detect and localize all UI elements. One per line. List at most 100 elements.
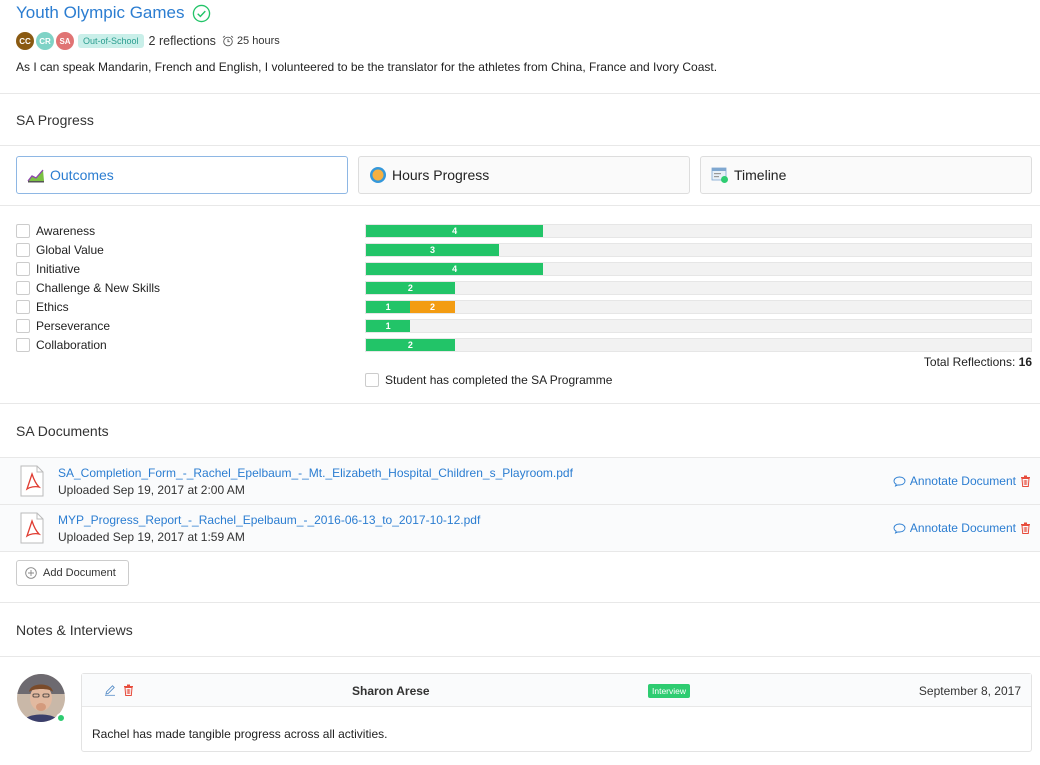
add-document-label: Add Document: [43, 567, 116, 579]
notes-heading-bar: Notes & Interviews: [0, 603, 1040, 657]
annotate-label: Annotate Document: [909, 474, 1016, 488]
plus-circle-icon: [25, 567, 37, 579]
sa-progress-heading: SA Progress: [0, 94, 1040, 146]
outcome-bar-segment: 1: [366, 320, 411, 332]
outcome-row[interactable]: Initiative: [16, 261, 80, 277]
outcome-bar-segment: 1: [366, 301, 411, 313]
outcome-checkbox[interactable]: [16, 300, 30, 314]
progress-tabs-area: Outcomes Hours Progress Timeline: [0, 146, 1040, 206]
outcome-bar-segment: 2: [366, 339, 455, 351]
pdf-file-icon: [20, 465, 44, 497]
document-row: SA_Completion_Form_-_Rachel_Epelbaum_-_M…: [0, 458, 1040, 505]
note-author: Sharon Arese: [352, 684, 430, 698]
note-header: Sharon Arese Interview September 8, 2017: [82, 674, 1031, 707]
interview-badge: Interview: [648, 684, 691, 698]
outcome-label: Challenge & New Skills: [36, 281, 161, 295]
progress-tabs: Outcomes Hours Progress Timeline: [16, 156, 1032, 194]
outcome-bar-track: 4: [365, 262, 1032, 276]
activity-description: As I can speak Mandarin, French and Engl…: [16, 60, 718, 74]
add-document-button[interactable]: Add Document: [16, 560, 129, 586]
pdf-file-icon: [20, 512, 44, 544]
annotate-document-link[interactable]: Annotate Document: [893, 474, 1016, 488]
document-upload-date: Uploaded Sep 19, 2017 at 2:00 AM: [58, 483, 245, 497]
outcome-label: Perseverance: [36, 319, 111, 333]
trash-icon[interactable]: [1020, 475, 1031, 487]
comment-icon: [893, 476, 906, 487]
outcome-label: Initiative: [36, 262, 81, 276]
document-row: MYP_Progress_Report_-_Rachel_Epelbaum_-_…: [0, 505, 1040, 552]
globe-icon: [370, 167, 386, 183]
reflection-count: 2 reflections: [148, 34, 216, 48]
completed-checkbox-row[interactable]: Student has completed the SA Programme: [365, 373, 612, 387]
check-circle-icon: [192, 4, 210, 22]
completed-checkbox[interactable]: [365, 373, 379, 387]
activity-header: Youth Olympic Games CC CR SA Out-of-Scho…: [0, 0, 1040, 94]
outcome-label: Global Value: [36, 243, 104, 257]
docs-heading-bar: SA Documents: [0, 405, 1040, 458]
outcome-checkbox[interactable]: [16, 338, 30, 352]
outcome-bar-segment: 4: [366, 225, 544, 237]
outcome-row[interactable]: Awareness: [16, 223, 95, 239]
outcome-row[interactable]: Challenge & New Skills: [16, 280, 160, 296]
note-text: Rachel has made tangible progress across…: [92, 727, 388, 741]
outcome-bar-segment: 2: [366, 282, 455, 294]
notes-interviews-heading: Notes & Interviews: [0, 602, 1040, 657]
document-upload-date: Uploaded Sep 19, 2017 at 1:59 AM: [58, 530, 245, 544]
outcome-bar-segment: 4: [366, 263, 544, 275]
pencil-icon[interactable]: [104, 684, 116, 696]
tab-timeline[interactable]: Timeline: [700, 156, 1032, 194]
outcome-label: Ethics: [36, 300, 69, 314]
avatar: CR: [36, 32, 54, 50]
activity-title[interactable]: Youth Olympic Games: [16, 3, 185, 23]
section-title: Notes & Interviews: [16, 621, 133, 638]
document-link[interactable]: SA_Completion_Form_-_Rachel_Epelbaum_-_M…: [58, 466, 573, 480]
total-value: 16: [1018, 355, 1032, 369]
outcome-bar-track: 2: [365, 281, 1032, 295]
timeline-icon: [711, 167, 728, 183]
outcome-bar-segment: 3: [366, 244, 499, 256]
trash-icon[interactable]: [123, 684, 134, 696]
outcome-checkbox[interactable]: [16, 319, 30, 333]
tab-hours-progress[interactable]: Hours Progress: [358, 156, 690, 194]
outcome-bar-track: 3: [365, 243, 1032, 257]
section-title: SA Progress: [16, 111, 94, 128]
trash-icon[interactable]: [1020, 522, 1031, 534]
outcome-row[interactable]: Ethics: [16, 299, 69, 315]
comment-icon: [893, 523, 906, 534]
completed-label: Student has completed the SA Programme: [385, 373, 613, 387]
avatar: CC: [16, 32, 34, 50]
section-title: SA Documents: [16, 423, 109, 439]
page: Youth Olympic Games CC CR SA Out-of-Scho…: [0, 0, 1040, 765]
note-card: Sharon Arese Interview September 8, 2017…: [81, 673, 1032, 752]
tab-label: Hours Progress: [392, 167, 490, 183]
outcome-bar-track: 12: [365, 300, 1032, 314]
online-status-dot: [56, 713, 66, 723]
note-date: September 8, 2017: [918, 684, 1021, 698]
activity-meta: CC CR SA Out-of-School 2 reflections 25 …: [16, 32, 1024, 50]
outcome-row[interactable]: Perseverance: [16, 318, 110, 334]
outcome-checkbox[interactable]: [16, 262, 30, 276]
outcome-row[interactable]: Global Value: [16, 242, 104, 258]
outcome-bar-track: 2: [365, 338, 1032, 352]
alarm-clock-icon: [222, 35, 234, 47]
avatar: SA: [56, 32, 74, 50]
sa-documents-heading: SA Documents: [0, 405, 1040, 458]
outcome-checkbox[interactable]: [16, 224, 30, 238]
outcome-checkbox[interactable]: [16, 243, 30, 257]
chart-icon: [27, 169, 44, 183]
tab-outcomes[interactable]: Outcomes: [16, 156, 348, 194]
tab-label: Outcomes: [50, 167, 114, 183]
hours-count: 25 hours: [236, 35, 280, 47]
outcome-bar-track: 4: [365, 224, 1032, 238]
outcomes-panel: Awareness 4 Global Value 3 Initiative 4 Challe…: [0, 206, 1040, 404]
outcome-label: Awareness: [36, 224, 96, 238]
outcome-checkbox[interactable]: [16, 281, 30, 295]
outcome-row[interactable]: Collaboration: [16, 337, 107, 353]
outcome-label: Collaboration: [36, 338, 107, 352]
category-badge: Out-of-School: [78, 34, 144, 48]
document-link[interactable]: MYP_Progress_Report_-_Rachel_Epelbaum_-_…: [58, 513, 480, 527]
outcome-bar-segment: 2: [410, 301, 455, 313]
total-reflections: Total Reflections: 16: [924, 355, 1032, 369]
tab-label: Timeline: [734, 167, 787, 183]
annotate-document-link[interactable]: Annotate Document: [893, 521, 1016, 535]
